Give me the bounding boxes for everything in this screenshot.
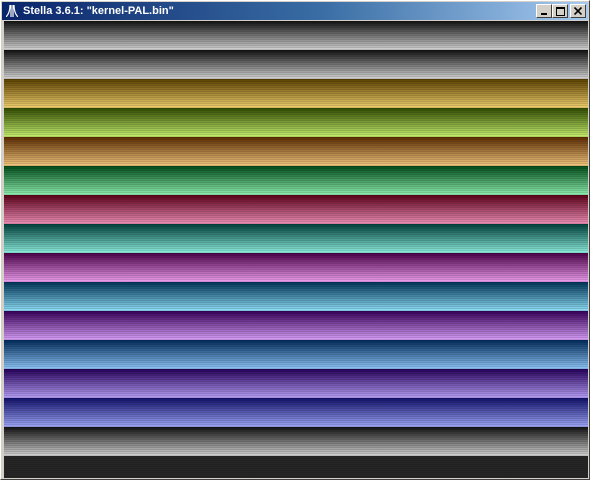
color-band-green <box>4 166 588 195</box>
title-bar[interactable]: Stella 3.6.1: "kernel-PAL.bin" <box>2 2 588 20</box>
maximize-icon <box>555 6 565 16</box>
color-band-purple <box>4 311 588 340</box>
window-title: Stella 3.6.1: "kernel-PAL.bin" <box>23 5 174 17</box>
close-icon <box>574 7 582 15</box>
color-band-orange <box>4 137 588 166</box>
close-button[interactable] <box>570 4 586 18</box>
color-band-gold <box>4 79 588 108</box>
minimize-icon <box>541 13 547 15</box>
emulator-display[interactable] <box>4 21 588 478</box>
color-band-teal <box>4 224 588 253</box>
title-buttons <box>536 4 586 18</box>
color-band-violet <box>4 369 588 398</box>
atari-fuji-icon[interactable] <box>4 3 20 19</box>
color-band-lime <box>4 108 588 137</box>
color-band-indigo <box>4 398 588 427</box>
color-band-red <box>4 195 588 224</box>
minimize-button[interactable] <box>536 4 552 18</box>
color-band-dark <box>4 456 588 478</box>
color-band-magenta <box>4 253 588 282</box>
color-band-gray <box>4 50 588 79</box>
color-band-gray <box>4 427 588 456</box>
color-band-blue <box>4 340 588 369</box>
color-band-gray <box>4 21 588 50</box>
stella-window: Stella 3.6.1: "kernel-PAL.bin" <box>0 0 590 480</box>
maximize-button[interactable] <box>552 4 568 18</box>
color-band-cyan <box>4 282 588 311</box>
